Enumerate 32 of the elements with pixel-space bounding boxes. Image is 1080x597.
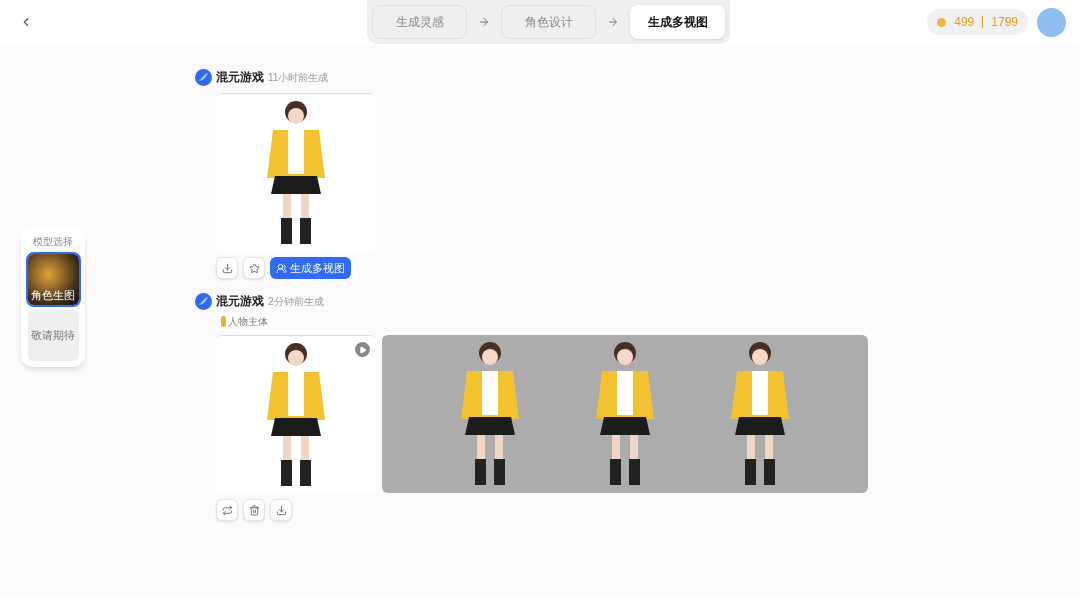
- logo-icon: [195, 68, 212, 86]
- star-icon: [248, 262, 260, 274]
- regenerate-button[interactable]: [216, 499, 238, 521]
- logo-icon: [195, 292, 212, 310]
- subject-tag: 人物主体: [219, 314, 270, 328]
- delete-button[interactable]: [243, 499, 265, 521]
- step-tab[interactable]: 生成灵感: [372, 5, 467, 39]
- download-icon: [221, 262, 233, 274]
- people-icon: [276, 262, 287, 274]
- favorite-button[interactable]: [243, 257, 265, 279]
- download-button[interactable]: [216, 257, 238, 279]
- avatar[interactable]: [1037, 7, 1066, 37]
- trash-icon: [248, 504, 260, 516]
- credits-total: 1799: [991, 14, 1018, 31]
- timestamp: 2分钟前生成: [268, 294, 324, 309]
- arrow-icon: [478, 16, 490, 28]
- repeat-icon: [221, 504, 233, 516]
- panel-title: 模型选择: [33, 235, 73, 249]
- download-button[interactable]: [270, 499, 292, 521]
- step-tab[interactable]: 角色设计: [501, 5, 596, 39]
- play-icon[interactable]: [355, 342, 370, 357]
- author-name: 混元游戏: [216, 69, 264, 86]
- author-name: 混元游戏: [216, 293, 264, 310]
- model-option[interactable]: 敬请期待: [27, 310, 79, 361]
- arrow-icon: [607, 16, 619, 28]
- generate-multiview-button[interactable]: 生成多视图: [270, 257, 351, 279]
- download-icon: [275, 504, 287, 516]
- step-tab[interactable]: 生成多视图: [630, 5, 725, 39]
- model-option[interactable]: 角色生图: [27, 254, 79, 305]
- timestamp: 11小时前生成: [268, 70, 329, 85]
- coin-icon: [937, 17, 947, 27]
- credits-used: 499: [954, 14, 975, 31]
